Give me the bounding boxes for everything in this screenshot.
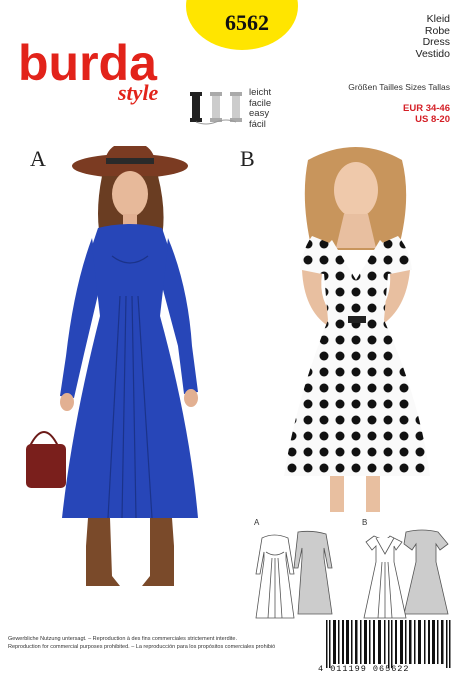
barcode-number: 4 011199 065622 — [318, 664, 410, 674]
view-b-model-photo — [284, 147, 430, 512]
size-us: US 8-20 — [415, 114, 450, 125]
view-b-technical-drawing — [363, 529, 449, 619]
garment-type-labels: Kleid Robe Dress Vestido — [415, 13, 450, 60]
difficulty-en: easy — [249, 108, 270, 119]
size-range: EUR 34-46 US 8-20 — [403, 103, 450, 125]
copyright-line-1: Gewerbliche Nutzung untersagt. – Reprodu… — [8, 636, 237, 642]
copyright-line-2: Reproduction for commercial purposes pro… — [8, 643, 276, 650]
burda-style-logo: burda style — [18, 36, 159, 105]
type-en: Dress — [422, 36, 450, 48]
copyright-notice: Gewerbliche Nutzung untersagt. – Reprodu… — [8, 636, 308, 651]
difficulty-spools-icon — [190, 92, 242, 125]
size-eur: EUR 34-46 — [403, 103, 450, 114]
type-de: Kleid — [426, 13, 450, 25]
type-es: Vestido — [415, 47, 450, 60]
drawing-a-label: A — [254, 518, 260, 527]
difficulty-es: fácil — [249, 118, 266, 130]
sizes-heading: Größen Tailles Sizes Tallas — [348, 82, 450, 92]
pattern-number: 6562 — [225, 10, 269, 35]
drawing-b-label: B — [362, 518, 368, 527]
view-a-model-photo — [26, 146, 198, 586]
difficulty-de: leicht — [249, 87, 272, 98]
difficulty-labels: leicht facile easy fácil — [249, 87, 272, 130]
view-a-technical-drawing — [255, 530, 333, 619]
brand-sub: style — [117, 80, 159, 105]
